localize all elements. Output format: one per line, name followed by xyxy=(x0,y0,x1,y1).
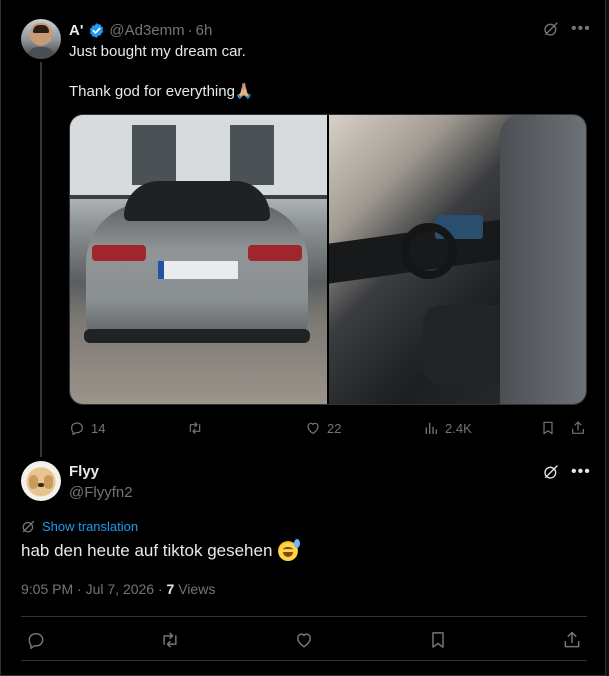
author-name[interactable]: Flyy xyxy=(69,463,99,480)
car-plate xyxy=(158,261,238,279)
avatar-ear xyxy=(29,475,38,489)
thread-connector-line xyxy=(40,62,42,457)
share-action[interactable] xyxy=(562,630,582,650)
reply-action[interactable]: 14 xyxy=(69,420,105,436)
tweet-text-line-2: Thank god for everything🙏🏼 xyxy=(69,83,254,100)
like-count: 22 xyxy=(327,420,342,436)
grok-icon[interactable] xyxy=(543,21,559,37)
reply-tweet-top-actions: ••• xyxy=(543,464,591,480)
views-count: 2.4K xyxy=(445,420,472,436)
repost-icon xyxy=(163,632,177,648)
more-icon[interactable]: ••• xyxy=(571,21,591,37)
share-action[interactable] xyxy=(570,420,586,436)
reply-count: 14 xyxy=(91,420,106,436)
repost-action[interactable] xyxy=(160,630,180,650)
bookmark-icon xyxy=(432,632,444,648)
like-action[interactable]: 22 xyxy=(305,420,341,436)
show-translation-link[interactable]: Show translation xyxy=(21,519,138,534)
views-action[interactable]: 2.4K xyxy=(423,420,472,436)
car-rear-photo[interactable] xyxy=(70,115,327,404)
bookmark-icon xyxy=(543,421,553,435)
reply-icon xyxy=(28,633,44,650)
views-icon xyxy=(425,422,437,434)
bookmark-action[interactable] xyxy=(428,630,448,650)
car-interior-photo[interactable] xyxy=(329,115,586,404)
show-translation-label: Show translation xyxy=(42,519,139,534)
separator: · xyxy=(77,581,82,597)
car-door xyxy=(500,115,586,404)
car-rear-window xyxy=(124,181,270,221)
like-action[interactable] xyxy=(294,630,314,650)
separator: · xyxy=(187,21,193,39)
grinning-sweat-emoji-icon xyxy=(278,539,301,561)
repost-action[interactable] xyxy=(187,420,209,436)
bookmark-action[interactable] xyxy=(540,420,556,436)
tweet-media[interactable] xyxy=(69,114,587,405)
tweet-text-line-1: Just bought my dream car. xyxy=(69,43,246,60)
avatar-nose xyxy=(38,483,44,487)
divider xyxy=(21,660,587,661)
car-bumper xyxy=(84,329,310,343)
divider xyxy=(21,616,587,617)
photo-window xyxy=(132,125,176,185)
views-count[interactable]: 7 xyxy=(167,581,175,597)
author-handle[interactable]: @Ad3emm xyxy=(109,22,184,39)
photo-window xyxy=(230,125,274,185)
tweet-time[interactable]: 9:05 PM xyxy=(21,581,73,597)
like-icon xyxy=(307,422,319,434)
car-steering-wheel xyxy=(401,223,457,279)
share-icon xyxy=(572,421,584,434)
repost-icon xyxy=(189,422,201,434)
car-taillight xyxy=(92,245,146,261)
author-name[interactable]: A' xyxy=(69,22,83,39)
tweet-date[interactable]: Jul 7, 2026 xyxy=(86,581,155,597)
avatar-hair xyxy=(33,25,49,33)
grok-icon[interactable] xyxy=(543,464,559,480)
like-icon xyxy=(297,633,311,648)
verified-badge-icon xyxy=(90,22,104,38)
views-label: Views xyxy=(178,581,216,597)
parent-tweet-header: A' @Ad3emm · 6h xyxy=(69,21,212,39)
translate-icon xyxy=(22,520,35,533)
car-taillight xyxy=(248,245,302,261)
tweet-time[interactable]: 6h xyxy=(196,22,213,39)
scrollbar[interactable] xyxy=(605,0,609,676)
separator: · xyxy=(157,581,163,597)
share-icon xyxy=(564,631,580,648)
parent-tweet-top-actions: ••• xyxy=(543,21,591,37)
avatar[interactable] xyxy=(21,19,61,59)
author-handle[interactable]: @Flyyfn2 xyxy=(69,484,133,501)
reply-text-content: hab den heute auf tiktok gesehen xyxy=(21,541,273,560)
avatar-shirt xyxy=(28,47,54,59)
tweet-meta: 9:05 PM · Jul 7, 2026 · 7 Views xyxy=(21,581,215,597)
reply-icon xyxy=(71,422,83,436)
reply-text: hab den heute auf tiktok gesehen xyxy=(21,539,301,561)
more-icon[interactable]: ••• xyxy=(571,464,591,480)
avatar[interactable] xyxy=(21,461,61,501)
avatar-ear xyxy=(44,475,53,489)
reply-action[interactable] xyxy=(26,630,46,650)
